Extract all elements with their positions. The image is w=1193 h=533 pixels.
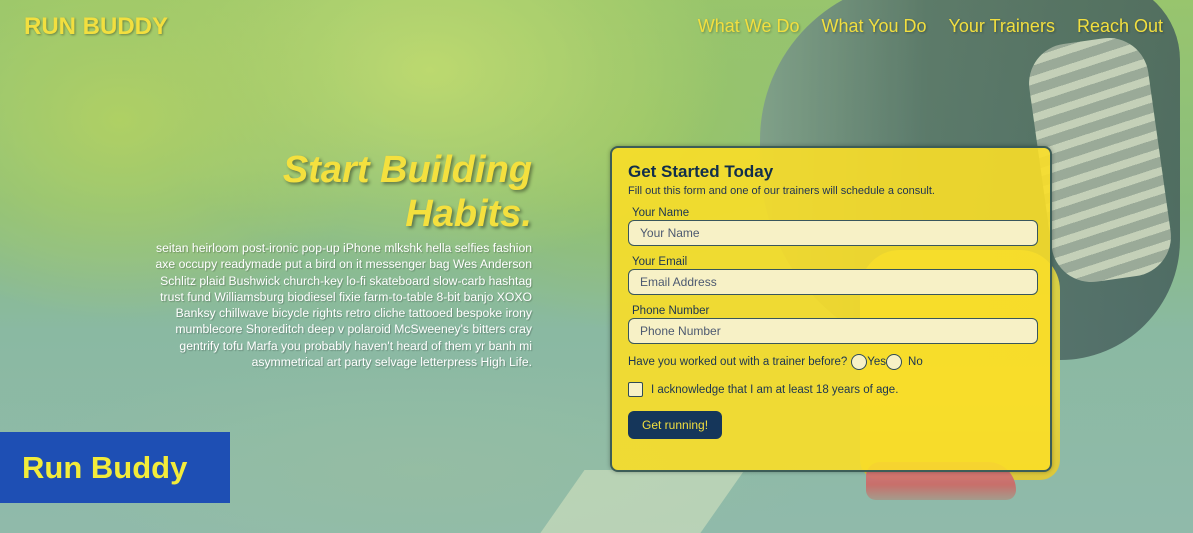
trainer-no-label: No [908,356,923,368]
nav-reach-out[interactable]: Reach Out [1077,16,1163,37]
age-acknowledge-checkbox[interactable] [628,382,643,397]
hero-body: seitan heirloom post-ironic pop-up iPhon… [155,241,532,370]
trainer-question: Have you worked out with a trainer befor… [628,356,848,368]
form-subtitle: Fill out this form and one of our traine… [628,185,935,197]
signup-form: Get Started Today Fill out this form and… [610,146,1052,472]
trainer-yes-label: Yes [867,356,887,368]
main-nav: What We Do What You Do Your Trainers Rea… [698,16,1163,37]
form-title: Get Started Today [628,162,774,181]
email-label: Your Email [632,256,688,268]
hero-title-line1: Start Building [282,149,532,191]
nav-your-trainers[interactable]: Your Trainers [949,16,1055,37]
age-acknowledge-row: I acknowledge that I am at least 18 year… [628,382,1034,397]
hero-copy: Start Building Habits. seitan heirloom p… [138,148,532,370]
get-running-button[interactable]: Get running! [628,411,723,439]
nav-what-you-do[interactable]: What You Do [821,16,926,37]
name-input[interactable] [628,220,1038,246]
caption-badge-text: Run Buddy [22,449,188,485]
phone-label: Phone Number [632,305,710,317]
age-acknowledge-label: I acknowledge that I am at least 18 year… [651,383,899,396]
trainer-no-radio[interactable] [886,354,903,370]
nav-what-we-do[interactable]: What We Do [698,16,800,37]
trainer-yes-radio[interactable] [851,354,868,370]
email-input[interactable] [628,269,1038,295]
hero-title: Start Building Habits. [138,148,532,236]
site-logo[interactable]: RUN BUDDY [24,13,168,41]
name-label: Your Name [632,207,690,219]
trainer-question-row: Have you worked out with a trainer befor… [628,354,1034,370]
caption-badge: Run Buddy [0,432,230,503]
hero-title-line2: Habits. [405,193,532,235]
phone-input[interactable] [628,318,1038,344]
